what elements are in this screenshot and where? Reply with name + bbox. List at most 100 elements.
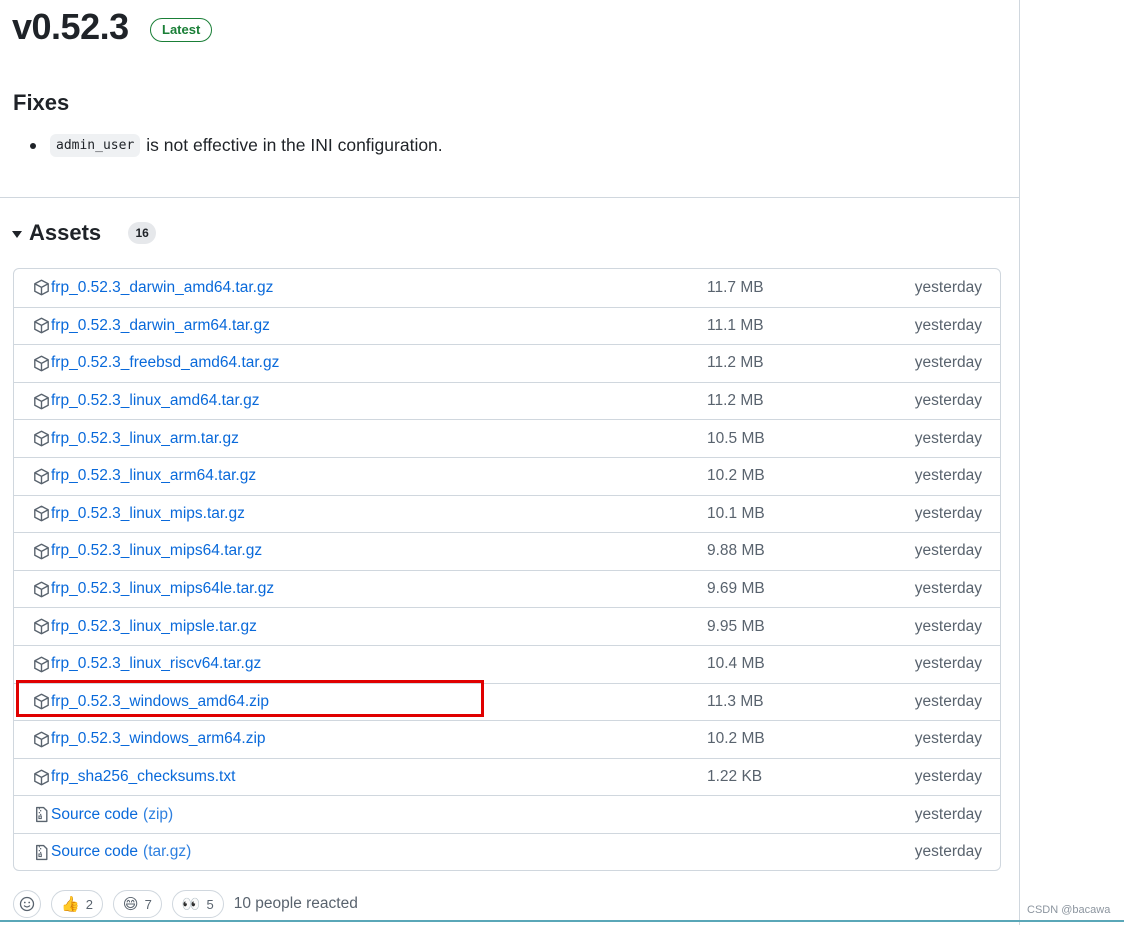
package-icon	[33, 317, 50, 334]
asset-size: 10.5 MB	[707, 429, 765, 447]
asset-link[interactable]: Source code (zip)	[33, 796, 173, 833]
asset-link[interactable]: frp_0.52.3_darwin_arm64.tar.gz	[33, 308, 270, 345]
fix-text: is not effective in the INI configuratio…	[146, 135, 443, 155]
package-icon	[33, 581, 50, 598]
asset-name: frp_0.52.3_windows_amd64.zip	[51, 692, 269, 710]
package-icon	[33, 618, 50, 635]
asset-name: frp_0.52.3_windows_arm64.zip	[51, 730, 266, 748]
asset-row: frp_sha256_checksums.txt 1.22 KB yesterday	[14, 757, 1000, 796]
package-icon	[33, 355, 50, 372]
package-icon	[33, 656, 50, 673]
asset-date: yesterday	[914, 730, 982, 748]
asset-link[interactable]: frp_0.52.3_linux_mips64.tar.gz	[33, 533, 262, 570]
reactions-bar: 👍 2 😄 7 👀 5 10 people reacted	[13, 890, 358, 918]
asset-link[interactable]: frp_0.52.3_freebsd_amd64.tar.gz	[33, 345, 279, 382]
latest-badge: Latest	[150, 18, 213, 42]
asset-row: frp_0.52.3_linux_riscv64.tar.gz 10.4 MB ye…	[14, 644, 1000, 683]
asset-row: Source code (tar.gz) yesterday	[14, 832, 1000, 870]
asset-link[interactable]: frp_0.52.3_linux_arm.tar.gz	[33, 420, 239, 457]
asset-size: 10.2 MB	[707, 730, 765, 748]
asset-row: frp_0.52.3_linux_amd64.tar.gz 11.2 MB yest…	[14, 381, 1000, 420]
asset-size: 11.7 MB	[707, 278, 764, 296]
asset-link[interactable]: frp_0.52.3_darwin_amd64.tar.gz	[33, 269, 273, 307]
asset-name: frp_0.52.3_linux_arm64.tar.gz	[51, 467, 257, 485]
smiley-icon	[19, 896, 35, 912]
page-right-border	[1019, 0, 1020, 925]
asset-link[interactable]: Source code (tar.gz)	[33, 834, 192, 870]
reaction-count: 7	[144, 896, 152, 912]
asset-name: frp_0.52.3_linux_arm.tar.gz	[51, 429, 239, 447]
asset-link[interactable]: frp_0.52.3_linux_mips.tar.gz	[33, 496, 245, 533]
reaction-button[interactable]: 👍 2	[51, 890, 103, 918]
asset-name: frp_0.52.3_linux_mips64le.tar.gz	[51, 580, 275, 598]
asset-link[interactable]: frp_0.52.3_windows_arm64.zip	[33, 721, 266, 758]
bullet-icon	[30, 142, 36, 149]
asset-row: frp_0.52.3_linux_mips.tar.gz 10.1 MB yeste…	[14, 494, 1000, 533]
asset-name: frp_0.52.3_darwin_arm64.tar.gz	[51, 316, 270, 334]
package-icon	[33, 279, 50, 296]
asset-row: frp_0.52.3_windows_arm64.zip 10.2 MB yeste…	[14, 720, 1000, 758]
file-zip-icon	[33, 844, 50, 861]
asset-name: frp_0.52.3_darwin_amd64.tar.gz	[51, 278, 274, 296]
release-version-title[interactable]: v0.52.3	[12, 6, 129, 48]
asset-size: 9.95 MB	[707, 617, 765, 635]
package-icon	[33, 693, 50, 710]
asset-date: yesterday	[914, 843, 982, 861]
fixes-heading: Fixes	[13, 90, 70, 115]
asset-size: 9.69 MB	[707, 580, 765, 598]
asset-name: frp_0.52.3_linux_mips64.tar.gz	[51, 542, 263, 560]
thumbs-up-icon: 👍	[61, 896, 80, 913]
asset-link[interactable]: frp_sha256_checksums.txt	[33, 759, 235, 796]
package-icon	[33, 393, 50, 410]
assets-title: Assets	[29, 220, 102, 245]
asset-size: 11.3 MB	[707, 692, 764, 710]
asset-link[interactable]: frp_0.52.3_linux_mips64le.tar.gz	[33, 571, 274, 608]
release-panel: v0.52.3 Latest Fixes admin_user is not e…	[0, 0, 1019, 925]
caret-down-icon	[12, 230, 22, 238]
asset-size: 11.2 MB	[707, 354, 764, 372]
watermark: CSDN @bacawa	[1027, 904, 1111, 916]
reaction-button[interactable]: 😄 7	[112, 890, 162, 918]
asset-date: yesterday	[914, 504, 982, 522]
fix-code: admin_user	[50, 134, 141, 157]
assets-toggle[interactable]: Assets 16	[12, 220, 157, 246]
assets-count-badge: 16	[128, 222, 157, 244]
asset-date: yesterday	[914, 316, 982, 334]
reaction-count: 2	[85, 896, 93, 912]
asset-date: yesterday	[914, 768, 982, 786]
asset-date: yesterday	[914, 617, 982, 635]
add-reaction-button[interactable]	[13, 890, 41, 918]
reaction-button[interactable]: 👀 5	[171, 890, 224, 918]
bottom-border	[0, 920, 1124, 922]
eyes-icon: 👀	[181, 896, 201, 913]
asset-size: 1.22 KB	[707, 768, 763, 786]
asset-format: (tar.gz)	[143, 843, 192, 861]
asset-date: yesterday	[914, 467, 982, 485]
asset-date: yesterday	[914, 805, 982, 823]
asset-date: yesterday	[914, 542, 982, 560]
asset-date: yesterday	[914, 429, 982, 447]
asset-link[interactable]: frp_0.52.3_linux_arm64.tar.gz	[33, 458, 256, 495]
asset-format: (zip)	[143, 805, 174, 823]
asset-date: yesterday	[914, 392, 982, 410]
asset-name: frp_sha256_checksums.txt	[51, 768, 236, 786]
asset-name: Source code	[51, 805, 139, 823]
reactions-summary: 10 people reacted	[233, 895, 358, 912]
package-icon	[33, 430, 50, 447]
fix-list-item: admin_user is not effective in the INI c…	[30, 134, 443, 157]
asset-link[interactable]: frp_0.52.3_linux_riscv64.tar.gz	[33, 646, 261, 683]
file-zip-icon	[33, 806, 50, 823]
asset-link[interactable]: frp_0.52.3_linux_mipsle.tar.gz	[33, 608, 257, 645]
asset-name: Source code	[51, 843, 139, 861]
asset-link[interactable]: frp_0.52.3_linux_amd64.tar.gz	[33, 383, 260, 420]
asset-date: yesterday	[914, 655, 982, 673]
asset-name: frp_0.52.3_linux_mipsle.tar.gz	[51, 617, 257, 635]
asset-row: frp_0.52.3_linux_mips64.tar.gz 9.88 MB yes…	[14, 532, 1000, 570]
reaction-count: 5	[206, 896, 214, 912]
asset-size: 9.88 MB	[707, 542, 765, 560]
asset-row: frp_0.52.3_darwin_arm64.tar.gz 11.1 MB yes…	[14, 306, 1000, 345]
asset-link[interactable]: frp_0.52.3_windows_amd64.zip	[33, 684, 269, 721]
asset-date: yesterday	[914, 278, 982, 296]
asset-row: frp_0.52.3_linux_arm.tar.gz 10.5 MB yester…	[14, 419, 1000, 457]
asset-row: frp_0.52.3_darwin_amd64.tar.gz 11.7 MB yes…	[14, 269, 1000, 307]
